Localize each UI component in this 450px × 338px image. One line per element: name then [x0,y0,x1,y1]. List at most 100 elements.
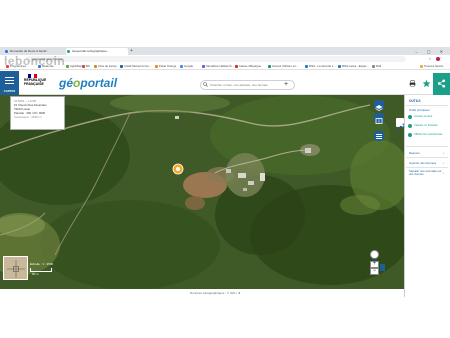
divider [406,105,448,106]
bookmark-label: Agri&Dep [70,64,82,68]
print-icon[interactable] [409,80,416,87]
bookmark-favicon-icon [202,65,205,68]
tab-favicon-icon [5,50,8,53]
zoom-in-button[interactable]: + [370,261,379,268]
bookmark-item[interactable]: Caisse d'Épargne [235,64,261,69]
tool-itinerary[interactable]: Calculer un itinéraire [414,124,438,127]
map-pin-icon [408,115,412,119]
bookmark-label: Sémaflore Habitat Ib... [206,64,234,68]
bookmark-label: MSA Lanes - Espac... [342,64,369,68]
bookmark-label: Mail [376,64,382,68]
map-attribution: Données cartographiques : © IGN • ★ [190,291,241,295]
layers-list-button[interactable] [374,131,384,141]
watermark-text: leboncoin [4,54,66,68]
minimap-crosshair-icon [7,260,25,278]
bookmark-label: BS [86,64,90,68]
tools-section-import[interactable]: Importer des données [409,161,436,165]
list-icon-line [376,136,382,137]
route-icon [408,124,412,128]
search-input[interactable] [210,81,280,89]
tab-label: Demande de Devis à bénéf... [10,49,49,53]
bookmark-label: Crédit Mutuel du Su... [124,64,152,68]
zoom-out-button[interactable]: − [370,268,379,275]
bookmark-favicon-icon [66,65,69,68]
bookmark-item[interactable]: Infos de transp [94,64,117,69]
layers-icon [375,105,383,112]
bookmark-label: MSA - La sécurité s... [309,64,336,68]
scale-value: 50 m [32,272,39,276]
bookmark-item[interactable]: BS [82,64,90,69]
bookmark-favicon-icon [420,65,423,68]
layers-button[interactable] [374,100,384,112]
divider [406,167,448,168]
bookmark-favicon-icon [305,65,308,68]
screen: Demande de Devis à bénéf... Géoportail c… [0,0,450,338]
bookmark-item[interactable]: Sémaflore Habitat Ib... [202,64,234,69]
window-controls[interactable]: ‒ ▢ ✕ [415,48,447,55]
bookmark-item[interactable]: MSA - La sécurité s... [305,64,336,69]
list-icon [376,134,382,135]
bookmark-label: Accueil | Moteur en... [272,64,299,68]
url-bar[interactable]: geoportail.gouv.fr/carte [26,56,406,62]
menu-icon-line [5,80,14,82]
tools-section-main[interactable]: Outils principaux [409,108,430,112]
expand-panel-button[interactable] [380,264,385,271]
bookmark-favicon-icon [235,65,238,68]
browser-tab-active[interactable]: Géoportail cartographique... [66,48,128,55]
popup-contenance: Contenance : 2158 m² [14,115,42,119]
bookmark-favicon-icon [94,65,97,68]
bookmark-favicon-icon [120,65,123,68]
bookmark-favicon-icon [180,65,183,68]
logo-part-b: portail [80,76,118,90]
republique-francaise-text: RÉPUBLIQUE FRANÇAISE [24,78,47,86]
bookmark-item[interactable]: Crédit Mutuel du Su... [120,64,151,69]
bookmark-item[interactable]: MSA Lanes - Espac... [338,64,369,69]
chevron-right-icon: › [443,161,444,165]
tools-section-measures[interactable]: Mesures [409,151,420,155]
bookmark-label: Infos de transp [98,64,117,68]
bookmark-label: Tous les favoris [424,64,444,68]
republique-francaise-logo: RÉPUBLIQUE FRANÇAISE [24,73,50,93]
search-icon[interactable] [203,82,208,87]
bookmark-item[interactable]: Accueil | Moteur en... [268,64,298,69]
bookmark-item[interactable]: Mail [372,64,381,69]
menu-icon [5,77,14,79]
overview-minimap[interactable] [3,256,28,280]
tool-coordinates[interactable]: Afficher les coordonnées [414,133,444,136]
bookmark-favicon-icon [82,65,85,68]
bookmark-item[interactable]: Petite Orange [155,64,176,69]
geolocate-button[interactable] [370,250,379,263]
menu-label: CARTES [3,89,16,93]
bookmark-item[interactable]: Google [180,64,193,69]
bookmark-favicon-icon [338,65,341,68]
tools-button[interactable] [396,118,405,131]
catalog-button[interactable] [374,113,384,124]
list-icon-line [376,138,382,139]
location-marker[interactable] [172,163,184,175]
tool-annotate[interactable]: Annoter la carte [414,115,432,118]
favorites-star-icon[interactable] [422,79,431,88]
tools-section-report[interactable]: Signaler une anomalie sur une donnée [409,169,443,177]
logo-part-a: gé [59,76,74,90]
tab-label: Géoportail cartographique... [72,49,110,53]
search-advanced-button[interactable]: + [284,80,288,90]
bookmark-favicon-icon [155,65,158,68]
new-tab-button[interactable]: + [130,48,133,55]
location-info-popup: 43.5993 , -1.1238 15 Chemin Des Fleurett… [10,96,65,130]
divider [406,157,448,158]
divider [406,146,448,147]
profile-avatar[interactable] [436,57,440,61]
tools-panel-title: OUTILS [409,99,421,103]
bookmark-item[interactable]: Agri&Dep [66,64,82,69]
bookmark-label: Caisse d'Épargne [239,64,261,68]
scale-label: Échelle : 1 : 2500 [30,262,54,266]
bookmark-favicon-icon [372,65,375,68]
geoportail-logo[interactable]: géoportail [59,77,117,89]
chevron-right-icon: › [443,151,444,155]
bookmark-favicon-icon [268,65,271,68]
share-icon [437,79,446,88]
bookmark-label: Petite Orange [159,64,177,68]
menu-icon-line [5,83,14,85]
map-catalog-icon [375,118,383,124]
bookmark-item[interactable]: Tous les favoris [420,64,443,69]
